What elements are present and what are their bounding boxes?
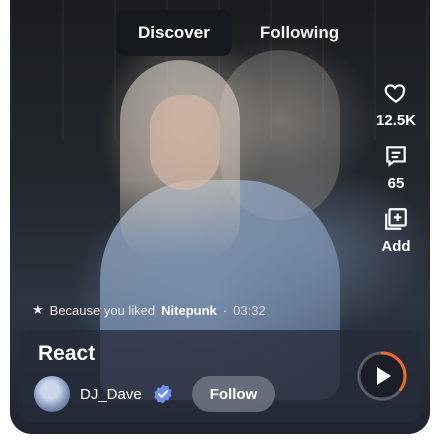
play-button[interactable] — [356, 350, 408, 402]
star-icon: ★ — [32, 302, 44, 317]
heart-icon — [384, 84, 406, 103]
tab-discover[interactable]: Discover — [116, 10, 232, 56]
artist-name[interactable]: DJ_Dave — [80, 386, 142, 403]
reason-artist[interactable]: Nitepunk — [161, 303, 217, 318]
follow-button[interactable]: Follow — [191, 376, 276, 412]
like-count: 12.5K — [375, 112, 417, 129]
like-action[interactable]: 12.5K — [376, 80, 416, 129]
verified-badge-icon — [154, 384, 172, 404]
comment-icon — [386, 146, 406, 167]
track-title: React — [38, 342, 96, 365]
reason-separator: · — [222, 302, 228, 318]
comment-action[interactable]: 65 — [383, 143, 409, 192]
recommendation-reason: ★ Because you liked Nitepunk · 03:32 — [32, 302, 266, 318]
action-rail: 12.5K 65 Add — [374, 80, 418, 269]
reason-prefix: Because you liked — [49, 302, 156, 318]
add-action[interactable]: Add — [381, 206, 411, 255]
feed-tabs: Discover Following — [116, 10, 361, 56]
add-label: Add — [381, 238, 411, 255]
tab-following[interactable]: Following — [238, 10, 361, 56]
artist-avatar[interactable] — [34, 376, 70, 412]
video-feed-screen: Discover Following 12.5K 65 Add ★ Becaus… — [10, 0, 430, 434]
artist-row: DJ_Dave Follow — [34, 376, 276, 412]
track-duration: 03:32 — [233, 302, 266, 318]
comment-count: 65 — [387, 175, 405, 192]
track-card: React DJ_Dave Follow — [18, 330, 422, 422]
add-to-playlist-icon — [385, 208, 407, 230]
